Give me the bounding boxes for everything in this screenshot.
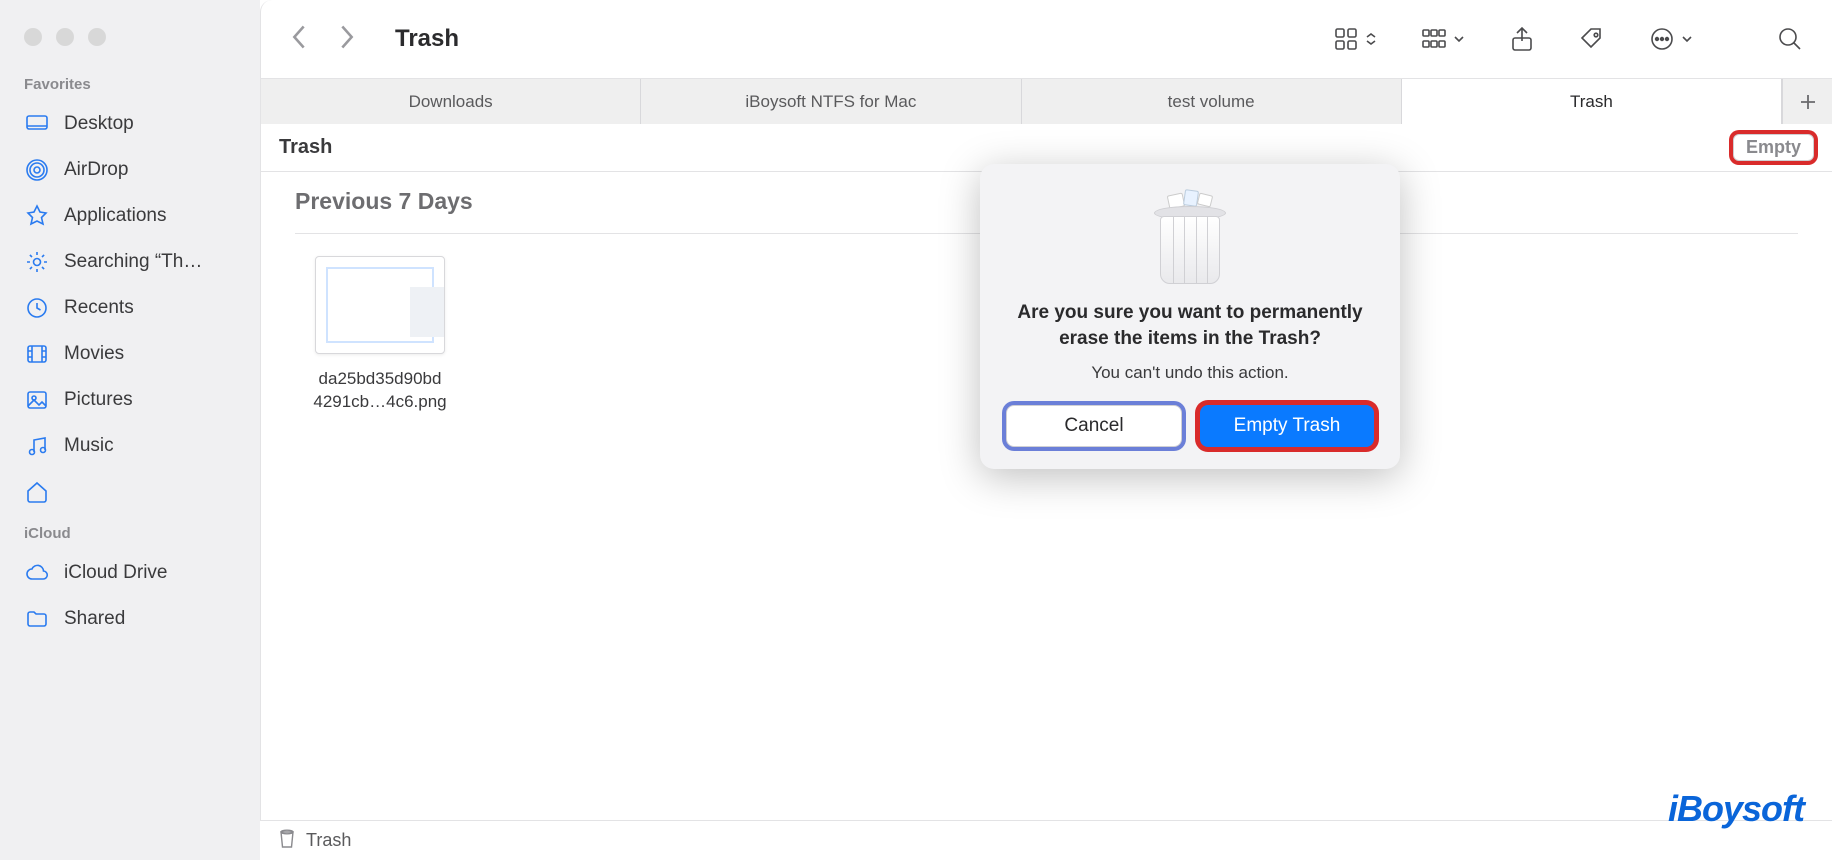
cancel-button[interactable]: Cancel xyxy=(1006,405,1182,447)
group-by-button[interactable] xyxy=(1420,25,1466,53)
search-button[interactable] xyxy=(1776,25,1804,53)
new-tab-button[interactable] xyxy=(1782,79,1832,124)
sidebar-item-pictures[interactable]: Pictures xyxy=(0,377,260,423)
zoom-window-button[interactable] xyxy=(88,28,106,46)
path-label: Trash xyxy=(306,830,351,851)
gear-icon xyxy=(24,249,50,275)
view-mode-button[interactable] xyxy=(1332,25,1378,53)
tab-downloads[interactable]: Downloads xyxy=(261,79,641,124)
share-button[interactable] xyxy=(1508,25,1536,53)
sidebar-item-home[interactable] xyxy=(0,469,260,515)
home-icon xyxy=(24,479,50,505)
sidebar-item-icloud-drive[interactable]: iCloud Drive xyxy=(0,550,260,596)
sidebar-item-searching[interactable]: Searching “Th… xyxy=(0,239,260,285)
clock-icon xyxy=(24,295,50,321)
empty-trash-confirm-button[interactable]: Empty Trash xyxy=(1200,405,1374,447)
file-thumbnail xyxy=(315,256,445,354)
sidebar-section-favorites: Favorites xyxy=(0,66,260,101)
sidebar-item-label: Pictures xyxy=(64,389,133,411)
toolbar: Trash xyxy=(261,0,1832,78)
location-title: Trash xyxy=(279,136,332,159)
sidebar-item-label: Applications xyxy=(64,205,166,227)
sidebar-section-icloud: iCloud xyxy=(0,515,260,550)
back-button[interactable] xyxy=(289,23,309,56)
sidebar-item-music[interactable]: Music xyxy=(0,423,260,469)
tab-test-volume[interactable]: test volume xyxy=(1022,79,1402,124)
minimize-window-button[interactable] xyxy=(56,28,74,46)
sidebar-item-airdrop[interactable]: AirDrop xyxy=(0,147,260,193)
sidebar-item-applications[interactable]: Applications xyxy=(0,193,260,239)
sidebar-item-desktop[interactable]: Desktop xyxy=(0,101,260,147)
tab-iboysoft[interactable]: iBoysoft NTFS for Mac xyxy=(641,79,1021,124)
sidebar-item-label: Movies xyxy=(64,343,124,365)
more-actions-button[interactable] xyxy=(1648,25,1694,53)
shared-folder-icon xyxy=(24,606,50,632)
sidebar-item-label: AirDrop xyxy=(64,159,128,181)
sidebar-item-label: Shared xyxy=(64,608,125,630)
tab-trash[interactable]: Trash xyxy=(1402,79,1782,124)
cloud-icon xyxy=(24,560,50,586)
file-name: da25bd35d90bd 4291cb…4c6.png xyxy=(295,368,465,414)
dialog-message: You can't undo this action. xyxy=(1006,363,1374,383)
desktop-icon xyxy=(24,111,50,137)
empty-trash-button[interactable]: Empty xyxy=(1733,134,1814,161)
sidebar-item-label: Music xyxy=(64,435,114,457)
pictures-icon xyxy=(24,387,50,413)
sidebar-item-label: Searching “Th… xyxy=(64,251,202,273)
close-window-button[interactable] xyxy=(24,28,42,46)
music-icon xyxy=(24,433,50,459)
sidebar-item-label: Desktop xyxy=(64,113,134,135)
window-controls xyxy=(0,14,260,66)
applications-icon xyxy=(24,203,50,229)
sidebar-item-shared[interactable]: Shared xyxy=(0,596,260,642)
dialog-title: Are you sure you want to permanently era… xyxy=(1006,300,1374,351)
path-bar: Trash xyxy=(260,820,1832,860)
sidebar-item-label: Recents xyxy=(64,297,134,319)
trash-icon xyxy=(278,827,296,854)
sidebar-item-movies[interactable]: Movies xyxy=(0,331,260,377)
sidebar-item-label: iCloud Drive xyxy=(64,562,167,584)
trash-full-icon xyxy=(1152,192,1228,284)
window-title: Trash xyxy=(395,25,459,53)
watermark: iBoysoft xyxy=(1668,788,1804,830)
confirm-dialog: Are you sure you want to permanently era… xyxy=(980,164,1400,469)
sidebar: Favorites Desktop AirDrop Applications S… xyxy=(0,0,260,860)
tab-bar: Downloads iBoysoft NTFS for Mac test vol… xyxy=(261,78,1832,124)
file-item[interactable]: da25bd35d90bd 4291cb…4c6.png xyxy=(295,234,465,414)
movies-icon xyxy=(24,341,50,367)
sidebar-item-recents[interactable]: Recents xyxy=(0,285,260,331)
forward-button[interactable] xyxy=(337,23,357,56)
airdrop-icon xyxy=(24,157,50,183)
tags-button[interactable] xyxy=(1578,25,1606,53)
